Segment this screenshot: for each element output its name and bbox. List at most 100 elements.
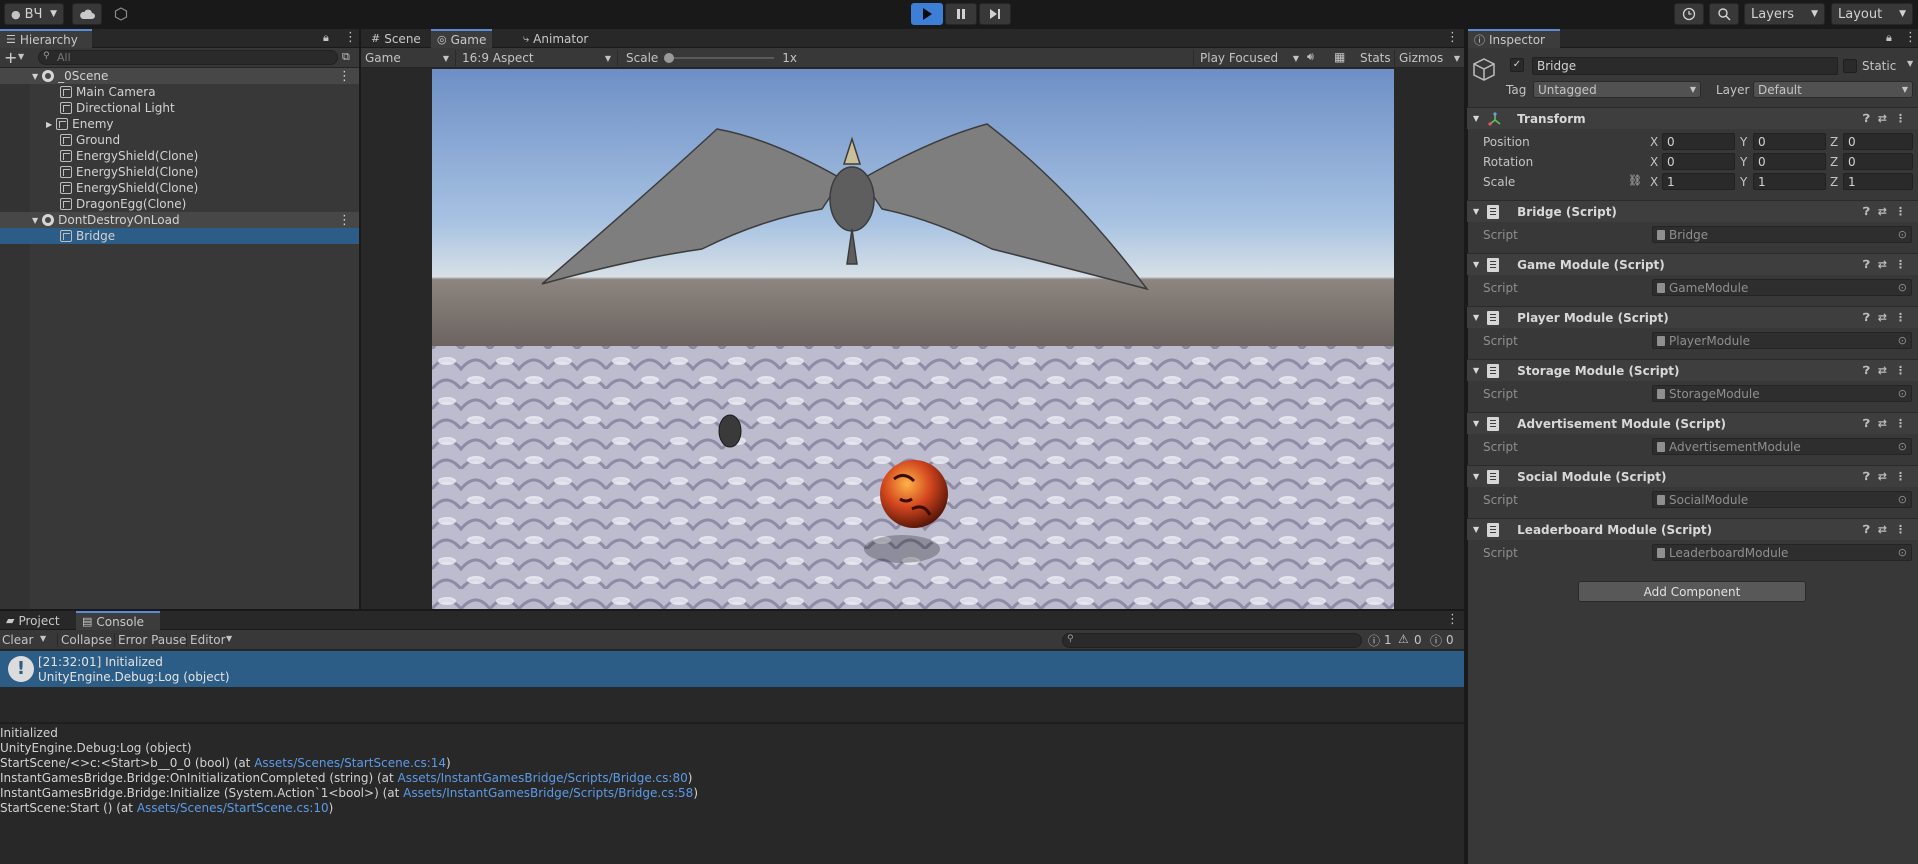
stats-grid-icon[interactable]: ▦ [1334, 50, 1345, 64]
tab-hierarchy[interactable]: ☰ Hierarchy [0, 29, 92, 48]
active-checkbox[interactable]: ✓ [1510, 58, 1524, 72]
kebab-menu-icon[interactable]: ⋮ [1895, 258, 1906, 272]
preset-icon[interactable]: ⇄ [1878, 112, 1887, 126]
console-search[interactable]: ⚲ [1062, 633, 1362, 648]
collapse-down-icon[interactable]: ▼ [1473, 260, 1479, 269]
kebab-menu-icon[interactable]: ⋮ [344, 30, 357, 45]
script-component-header[interactable]: ▼ Leaderboard Module (Script) ❓︎ ⇄ ⋮ [1467, 518, 1918, 540]
chevron-down-icon[interactable]: ▼ [18, 52, 24, 61]
preset-icon[interactable]: ⇄ [1878, 523, 1887, 537]
collapse-down-icon[interactable]: ▼ [1473, 313, 1479, 322]
position-y-field[interactable]: 0 [1753, 133, 1826, 150]
object-picker-icon[interactable]: ⊙ [1898, 387, 1907, 400]
position-z-field[interactable]: 0 [1843, 133, 1913, 150]
info-filter-icon[interactable]: ⓘ [1368, 632, 1380, 649]
kebab-menu-icon[interactable]: ⋮ [1446, 612, 1459, 627]
kebab-menu-icon[interactable]: ⋮ [338, 213, 351, 228]
collapse-down-icon[interactable]: ▼ [1473, 114, 1479, 123]
kebab-menu-icon[interactable]: ⋮ [1446, 30, 1459, 45]
preset-icon[interactable]: ⇄ [1878, 417, 1887, 431]
collapse-down-icon[interactable]: ▼ [1473, 525, 1479, 534]
rotation-z-field[interactable]: 0 [1843, 153, 1913, 170]
hierarchy-item-ground[interactable]: Ground [0, 132, 359, 148]
script-object-field[interactable]: SocialModule ⊙ [1652, 491, 1912, 508]
transform-header[interactable]: ▼ Transform ❓︎ ⇄ ⋮ [1467, 107, 1918, 129]
preset-icon[interactable]: ⇄ [1878, 258, 1887, 272]
layer-dropdown[interactable]: Default ▼ [1753, 81, 1913, 98]
chevron-down-icon[interactable]: ▼ [40, 634, 46, 643]
kebab-menu-icon[interactable]: ⋮ [1895, 364, 1906, 378]
script-component-header[interactable]: ▼ Bridge (Script) ❓︎ ⇄ ⋮ [1467, 200, 1918, 222]
script-component-header[interactable]: ▼ Storage Module (Script) ❓︎ ⇄ ⋮ [1467, 359, 1918, 381]
hierarchy-item-bridge[interactable]: Bridge [0, 228, 359, 244]
lock-icon[interactable]: 🔒︎ [323, 31, 329, 45]
game-viewport[interactable] [432, 69, 1394, 609]
scale-y-field[interactable]: 1 [1753, 173, 1826, 190]
source-link[interactable]: Assets/InstantGamesBridge/Scripts/Bridge… [398, 771, 688, 785]
help-icon[interactable]: ❓︎ [1863, 417, 1870, 431]
help-icon[interactable]: ❓︎ [1863, 523, 1870, 537]
editor-dropdown[interactable]: Editor [186, 633, 226, 647]
script-component-header[interactable]: ▼ Player Module (Script) ❓︎ ⇄ ⋮ [1467, 306, 1918, 328]
error-filter-icon[interactable]: ⓘ [1430, 632, 1442, 649]
history-button[interactable] [1674, 3, 1704, 25]
source-link[interactable]: Assets/InstantGamesBridge/Scripts/Bridge… [403, 786, 693, 800]
hierarchy-search-input[interactable] [57, 51, 327, 64]
preset-icon[interactable]: ⇄ [1878, 364, 1887, 378]
tab-console[interactable]: ▤ Console [76, 611, 160, 630]
expand-down-icon[interactable]: ▼ [32, 216, 38, 225]
hierarchy-item-energyshield[interactable]: EnergyShield(Clone) [0, 180, 359, 196]
add-icon[interactable]: + [4, 48, 17, 67]
help-icon[interactable]: ❓︎ [1863, 311, 1870, 325]
rotation-y-field[interactable]: 0 [1753, 153, 1826, 170]
expand-right-icon[interactable]: ▶ [46, 120, 52, 129]
hierarchy-scene-row[interactable]: ▼ _0Scene ⋮ [0, 68, 359, 84]
gizmos-dropdown[interactable]: Gizmos ▼ [1394, 50, 1460, 66]
kebab-menu-icon[interactable]: ⋮ [1904, 30, 1917, 45]
account-dropdown[interactable]: ● ВЧ ▼ [4, 3, 64, 25]
search-button[interactable] [1709, 3, 1739, 25]
script-object-field[interactable]: GameModule ⊙ [1652, 279, 1912, 296]
kebab-menu-icon[interactable]: ⋮ [338, 69, 351, 84]
layers-dropdown[interactable]: Layers ▼ [1744, 3, 1825, 25]
clear-button[interactable]: Clear [2, 633, 33, 647]
hierarchy-item-dragonegg[interactable]: DragonEgg(Clone) [0, 196, 359, 212]
aspect-dropdown[interactable]: 16:9 Aspect ▼ [455, 50, 611, 66]
step-button[interactable] [979, 3, 1011, 25]
collapse-button[interactable]: Collapse [57, 633, 112, 647]
script-object-field[interactable]: AdvertisementModule ⊙ [1652, 438, 1912, 455]
tag-dropdown[interactable]: Untagged ▼ [1533, 81, 1701, 98]
play-mode-dropdown[interactable]: Play Focused ▼ [1193, 50, 1299, 66]
console-splitter[interactable] [0, 722, 1464, 724]
script-component-header[interactable]: ▼ Advertisement Module (Script) ❓︎ ⇄ ⋮ [1467, 412, 1918, 434]
kebab-menu-icon[interactable]: ⋮ [1895, 470, 1906, 484]
tab-game[interactable]: ◎ Game [431, 29, 493, 48]
error-pause-button[interactable]: Error Pause [114, 633, 186, 647]
collapse-down-icon[interactable]: ▼ [1473, 419, 1479, 428]
cloud-button[interactable] [72, 3, 102, 25]
tab-scene[interactable]: # Scene [365, 29, 427, 48]
script-component-header[interactable]: ▼ Social Module (Script) ❓︎ ⇄ ⋮ [1467, 465, 1918, 487]
rotation-x-field[interactable]: 0 [1662, 153, 1735, 170]
source-link[interactable]: Assets/Scenes/StartScene.cs:14 [254, 756, 446, 770]
stats-button[interactable]: Stats [1360, 51, 1391, 65]
object-picker-icon[interactable]: ⊙ [1898, 546, 1907, 559]
expand-down-icon[interactable]: ▼ [32, 72, 38, 81]
script-object-field[interactable]: LeaderboardModule ⊙ [1652, 544, 1912, 561]
object-picker-icon[interactable]: ⊙ [1898, 440, 1907, 453]
play-button[interactable] [911, 3, 943, 25]
help-icon[interactable]: ❓︎ [1863, 258, 1870, 272]
scale-x-field[interactable]: 1 [1662, 173, 1735, 190]
scale-slider-thumb[interactable] [664, 53, 675, 63]
scale-z-field[interactable]: 1 [1843, 173, 1913, 190]
script-object-field[interactable]: PlayerModule ⊙ [1652, 332, 1912, 349]
chevron-down-icon[interactable]: ▼ [226, 634, 232, 643]
collapse-down-icon[interactable]: ▼ [1473, 472, 1479, 481]
add-component-button[interactable]: Add Component [1578, 581, 1806, 602]
hierarchy-item-directional-light[interactable]: Directional Light [0, 100, 359, 116]
kebab-menu-icon[interactable]: ⋮ [1895, 311, 1906, 325]
object-name-field[interactable] [1532, 57, 1838, 75]
help-icon[interactable]: ❓︎ [1863, 205, 1870, 219]
object-picker-icon[interactable]: ⊙ [1898, 228, 1907, 241]
chevron-down-icon[interactable]: ▼ [1907, 59, 1913, 68]
